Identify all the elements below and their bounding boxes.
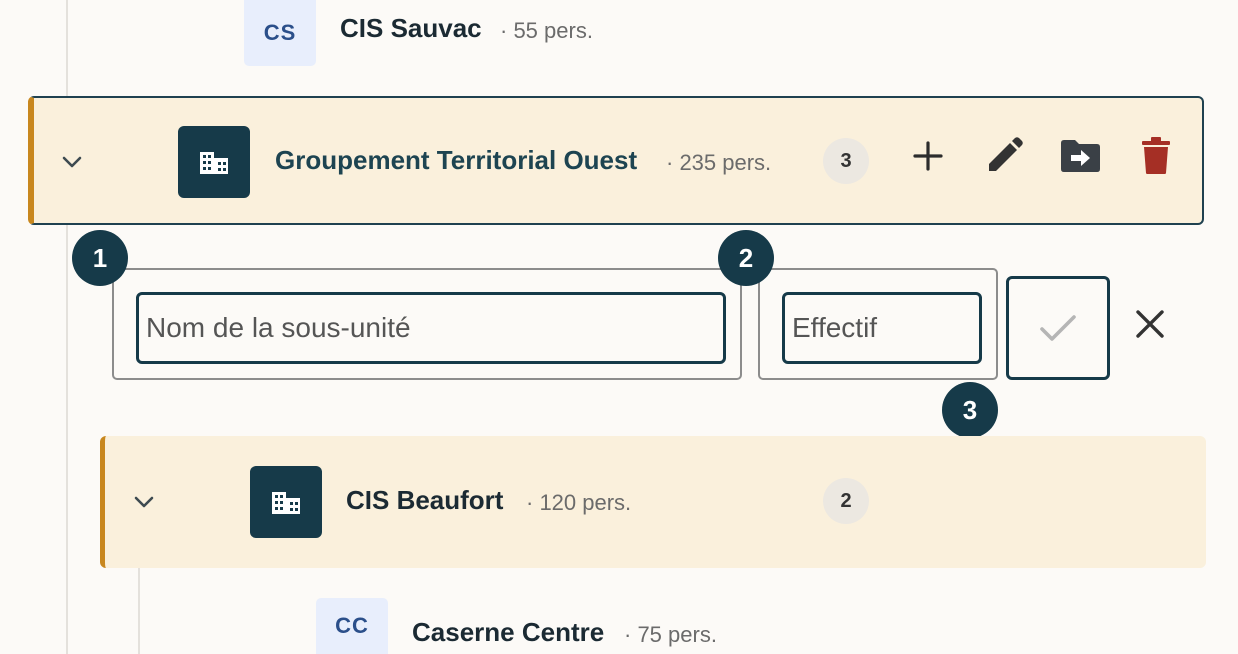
- subgroup-name[interactable]: CIS Beaufort: [346, 485, 503, 516]
- children-count-badge: 2: [823, 478, 869, 524]
- unit-name[interactable]: Caserne Centre: [412, 617, 604, 648]
- unit-name[interactable]: CIS Sauvac: [340, 13, 482, 44]
- unit-headcount: · 75 pers.: [624, 622, 717, 647]
- step-marker-3: 3: [942, 382, 998, 438]
- step-number: 1: [92, 242, 108, 273]
- step-marker-2: 2: [718, 230, 774, 286]
- step-marker-1: 1: [72, 230, 128, 286]
- effectif-input[interactable]: [782, 292, 982, 364]
- check-icon: [1040, 315, 1076, 341]
- chevron-down-icon[interactable]: [130, 488, 158, 516]
- avatar: CS: [244, 0, 316, 66]
- group-headcount: · 235 pers.: [666, 150, 772, 175]
- chevron-down-icon[interactable]: [58, 148, 86, 176]
- subunit-name-input[interactable]: [136, 292, 726, 364]
- close-icon[interactable]: [1126, 300, 1174, 348]
- add-icon[interactable]: [904, 132, 952, 180]
- children-count: 2: [840, 489, 852, 512]
- children-count-badge: 3: [823, 138, 869, 184]
- step-number: 2: [738, 242, 754, 273]
- step-number: 3: [962, 394, 978, 425]
- delete-icon[interactable]: [1132, 132, 1180, 180]
- move-to-folder-icon[interactable]: [1056, 132, 1104, 180]
- group-name[interactable]: Groupement Territorial Ouest: [275, 145, 637, 176]
- children-count: 3: [840, 149, 852, 172]
- building-icon: [250, 466, 322, 538]
- tree-guide-line-nested: [138, 568, 140, 654]
- avatar-initials: CC: [335, 613, 369, 638]
- building-icon: [178, 126, 250, 198]
- unit-headcount: · 55 pers.: [500, 18, 593, 43]
- avatar-initials: CS: [263, 20, 297, 45]
- confirm-button[interactable]: [1006, 276, 1110, 380]
- edit-icon[interactable]: [980, 132, 1028, 180]
- subgroup-headcount: · 120 pers.: [526, 490, 632, 515]
- avatar: CC: [316, 598, 388, 654]
